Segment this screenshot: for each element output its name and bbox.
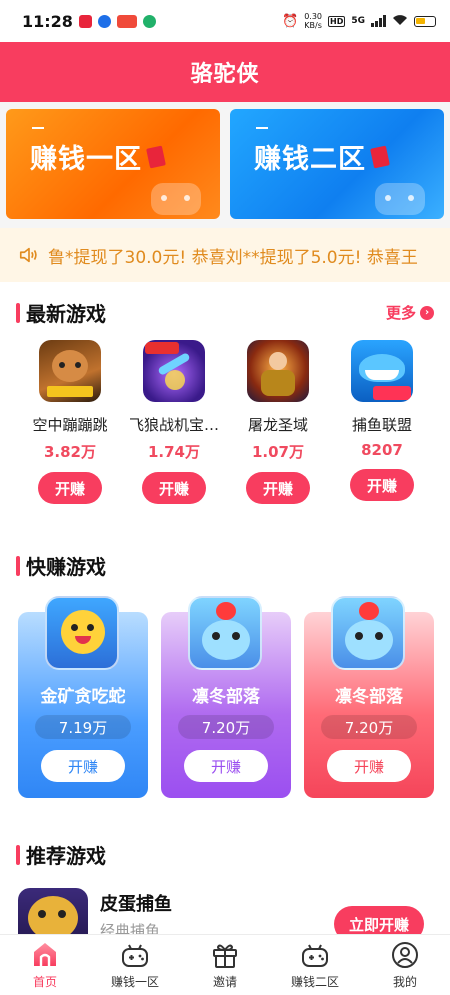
game-name: 飞狼战机宝… bbox=[128, 416, 219, 434]
game-name: 捕鱼联盟 bbox=[351, 416, 412, 434]
gamepad-icon bbox=[122, 944, 148, 967]
game-name: 屠龙圣域 bbox=[247, 416, 308, 434]
speaker-icon bbox=[19, 247, 37, 263]
quick-game-count: 7.19万 bbox=[35, 715, 131, 739]
game-item[interactable]: 屠龙圣域 1.07万 开赚 bbox=[226, 340, 330, 504]
section-accent-bar bbox=[16, 302, 20, 323]
tab-label: 邀请 bbox=[212, 975, 237, 989]
network-speed: 0.30 KB/s bbox=[304, 12, 322, 30]
shark-fishing-game-icon bbox=[351, 340, 413, 402]
alarm-icon: ⏰ bbox=[282, 13, 299, 29]
profile-icon bbox=[392, 942, 418, 968]
quick-games-header: 快赚游戏 bbox=[16, 551, 434, 580]
section-accent-bar bbox=[16, 555, 20, 576]
rabbit-game-icon bbox=[45, 596, 119, 670]
zone-one-label: 赚钱一区 bbox=[30, 144, 142, 175]
fishing-game-icon bbox=[18, 888, 88, 934]
shop-notification-icon bbox=[116, 14, 137, 28]
quick-game-name: 凛冬部落 bbox=[192, 687, 260, 707]
wifi-icon bbox=[392, 14, 408, 29]
tab-home[interactable]: 首页 bbox=[0, 935, 90, 995]
game-count: 1.74万 bbox=[147, 443, 200, 461]
paw-notification-icon bbox=[97, 14, 111, 28]
start-earning-button[interactable]: 开赚 bbox=[38, 472, 102, 504]
quick-game-name: 金矿贪吃蛇 bbox=[40, 687, 126, 707]
home-icon bbox=[34, 943, 56, 966]
game-count: 8207 bbox=[361, 441, 403, 459]
start-earning-button[interactable]: 开赚 bbox=[184, 750, 268, 782]
start-earning-button[interactable]: 开赚 bbox=[142, 472, 206, 504]
tab-zone-two[interactable]: 赚钱二区 bbox=[270, 935, 360, 995]
start-earning-button[interactable]: 开赚 bbox=[350, 469, 414, 501]
cat-game-icon bbox=[331, 596, 405, 670]
tab-label: 赚钱二区 bbox=[290, 975, 339, 989]
tab-invite[interactable]: 邀请 bbox=[180, 935, 270, 995]
app-notification-icon bbox=[78, 14, 92, 28]
tab-label: 我的 bbox=[392, 975, 417, 989]
gamepad-icon bbox=[151, 183, 201, 215]
zone-banners: 赚钱一区 赚钱二区 bbox=[0, 102, 450, 228]
warrior-game-icon bbox=[247, 340, 309, 402]
gamepad-icon bbox=[375, 183, 425, 215]
recommended-game-item[interactable]: 皮蛋捕鱼 经典捕鱼 立即开赚 bbox=[0, 884, 450, 934]
status-bar: 11:28 ⏰ 0.30 KB/s HD 5G bbox=[0, 0, 450, 42]
gamepad-icon bbox=[302, 944, 328, 967]
quick-game-count: 7.20万 bbox=[178, 715, 274, 739]
game-count: 1.07万 bbox=[251, 443, 304, 461]
tab-label: 首页 bbox=[32, 975, 57, 989]
red-envelope-icon bbox=[370, 145, 390, 169]
quick-game-card[interactable]: 凛冬部落 7.20万 开赚 bbox=[304, 596, 434, 798]
game-item[interactable]: 空中蹦蹦跳 3.82万 开赚 bbox=[18, 340, 122, 504]
game-item[interactable]: 捕鱼联盟 8207 开赚 bbox=[330, 340, 434, 501]
more-label: 更多 bbox=[385, 304, 416, 322]
red-envelope-icon bbox=[146, 145, 166, 169]
fighter-jet-game-icon bbox=[143, 340, 205, 402]
start-earning-button[interactable]: 开赚 bbox=[41, 750, 125, 782]
withdraw-ticker: 鲁*提现了30.0元! 恭喜刘**提现了5.0元! 恭喜王 bbox=[0, 228, 450, 282]
game-count: 3.82万 bbox=[43, 443, 96, 461]
battery-icon bbox=[414, 15, 436, 27]
game-name: 空中蹦蹦跳 bbox=[32, 416, 108, 434]
section-accent-bar bbox=[16, 844, 20, 865]
zone-two-label: 赚钱二区 bbox=[254, 144, 366, 175]
chevron-right-icon: › bbox=[420, 305, 434, 320]
gift-icon bbox=[213, 944, 237, 968]
tab-zone-one[interactable]: 赚钱一区 bbox=[90, 935, 180, 995]
hd-badge: HD bbox=[328, 15, 346, 27]
decor-dash bbox=[256, 127, 268, 129]
section-title: 最新游戏 bbox=[26, 302, 106, 326]
recommended-game-subtitle: 经典捕鱼 bbox=[100, 922, 161, 934]
earn-now-button[interactable]: 立即开赚 bbox=[334, 906, 424, 934]
recommended-games-header: 推荐游戏 bbox=[16, 840, 434, 869]
quick-game-name: 凛冬部落 bbox=[335, 687, 403, 707]
zone-two-banner[interactable]: 赚钱二区 bbox=[230, 109, 444, 219]
signal-icon bbox=[371, 15, 386, 27]
tab-label: 赚钱一区 bbox=[110, 975, 159, 989]
quick-game-card[interactable]: 凛冬部落 7.20万 开赚 bbox=[161, 596, 291, 798]
start-earning-button[interactable]: 开赚 bbox=[246, 472, 310, 504]
ticker-text: 鲁*提现了30.0元! 恭喜刘**提现了5.0元! 恭喜王 bbox=[48, 247, 418, 268]
zone-one-banner[interactable]: 赚钱一区 bbox=[6, 109, 220, 219]
app-header: 骆驼侠 bbox=[0, 42, 450, 102]
more-link[interactable]: 更多 › bbox=[386, 302, 434, 323]
cat-game-icon bbox=[188, 596, 262, 670]
chat-notification-icon bbox=[142, 14, 156, 28]
dog-game-icon bbox=[39, 340, 101, 402]
latest-games-list: 空中蹦蹦跳 3.82万 开赚 飞狼战机宝… 1.74万 开赚 屠龙圣域 1.07… bbox=[0, 340, 450, 520]
signal-label: 5G bbox=[351, 16, 365, 26]
latest-games-header: 最新游戏 更多 › bbox=[16, 298, 434, 327]
quick-game-card[interactable]: 金矿贪吃蛇 7.19万 开赚 bbox=[18, 596, 148, 798]
status-time: 11:28 bbox=[22, 11, 73, 31]
quick-game-count: 7.20万 bbox=[321, 715, 417, 739]
recommended-game-title: 皮蛋捕鱼 bbox=[100, 894, 172, 915]
decor-dash bbox=[32, 127, 44, 129]
start-earning-button[interactable]: 开赚 bbox=[327, 750, 411, 782]
section-title: 快赚游戏 bbox=[26, 555, 106, 579]
game-item[interactable]: 飞狼战机宝… 1.74万 开赚 bbox=[122, 340, 226, 504]
tab-profile[interactable]: 我的 bbox=[360, 935, 450, 995]
section-title: 推荐游戏 bbox=[26, 844, 106, 868]
page-title: 骆驼侠 bbox=[190, 62, 260, 87]
bottom-tab-bar: 首页 赚钱一区 邀请 赚钱二区 我的 bbox=[0, 934, 450, 995]
